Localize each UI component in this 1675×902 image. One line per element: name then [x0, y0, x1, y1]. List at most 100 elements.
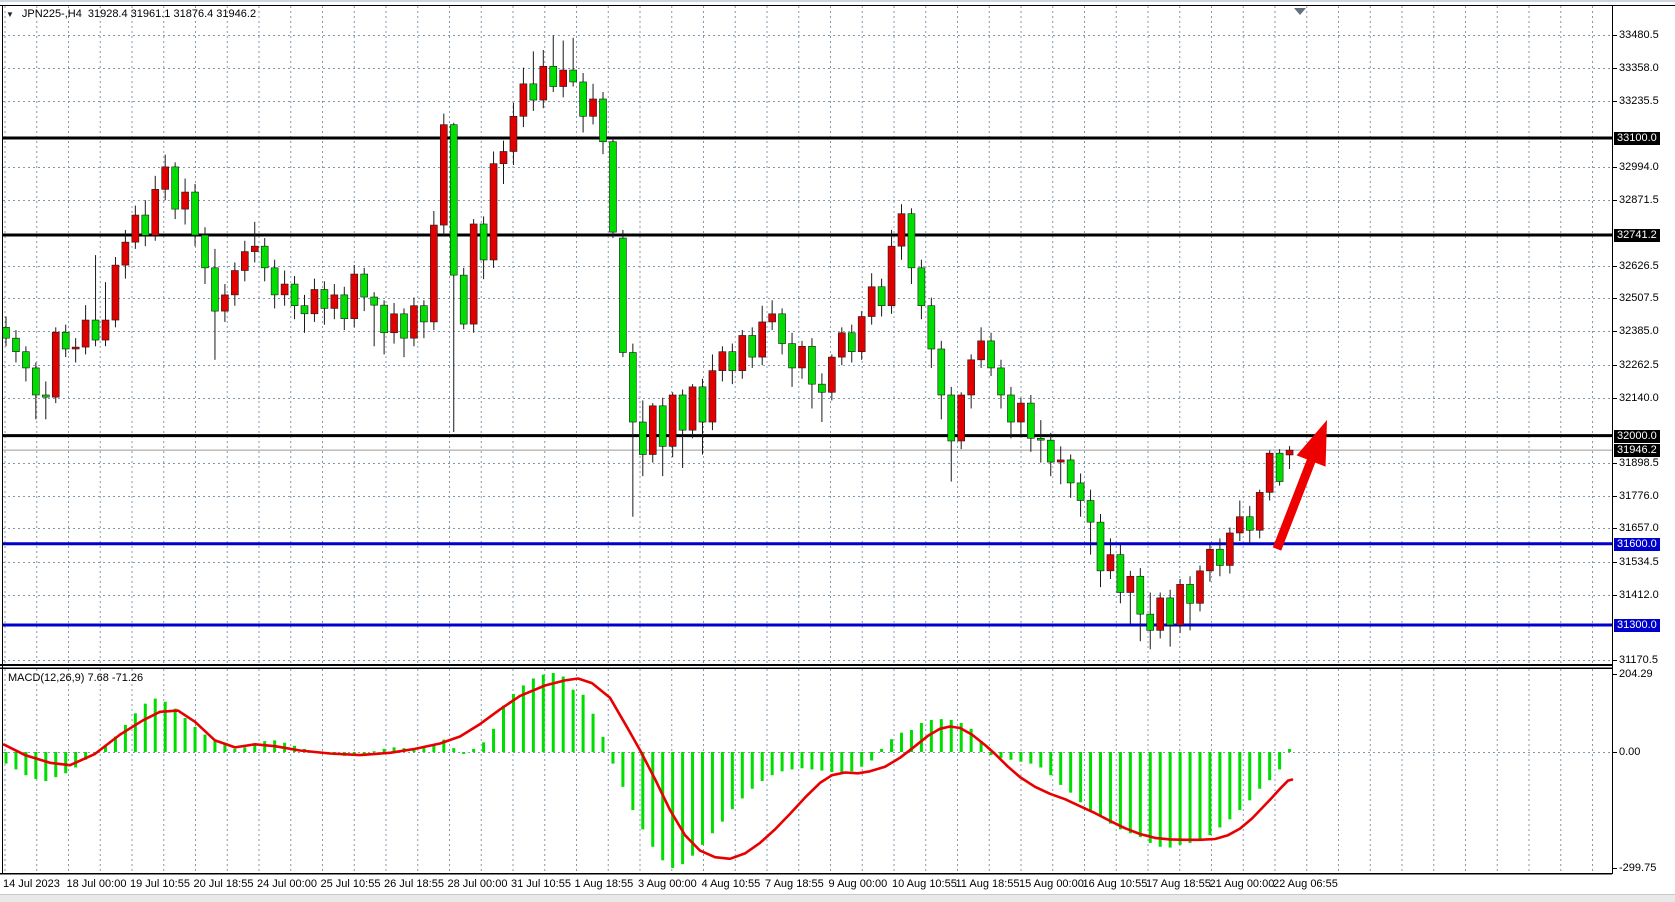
price-tick-label: 32507.5 [1619, 292, 1659, 305]
macd-histogram-bar [34, 752, 37, 779]
price-line-label: 31600.0 [1614, 538, 1660, 551]
price-tick-label: 33358.0 [1619, 62, 1659, 75]
bull-candle [858, 317, 865, 352]
macd-histogram-bar [860, 752, 863, 767]
price-line-label: 33100.0 [1614, 132, 1660, 145]
chart-window: MACD(12,26,9) 7.68 -71.26 ▼ JPN225-,H4 3… [0, 0, 1675, 900]
bull-candle [520, 84, 527, 116]
trend-arrow-annotation[interactable] [1277, 420, 1327, 549]
axis-tick-mark [1613, 595, 1617, 596]
macd-histogram-bar [174, 709, 177, 752]
symbol-title: ▼ JPN225-,H4 31928.4 31961.1 31876.4 319… [6, 7, 256, 21]
macd-histogram-bar [1238, 752, 1241, 810]
bull-candle [719, 352, 726, 371]
axis-tick-mark [1613, 35, 1617, 36]
time-tick-label: 14 Jul 2023 [3, 878, 60, 890]
bear-candle [609, 142, 616, 232]
bear-candle [918, 268, 925, 306]
chevron-down-icon[interactable]: ▼ [6, 10, 14, 19]
bull-candle [1107, 555, 1114, 571]
macd-histogram-bar [701, 752, 704, 845]
bear-candle [291, 284, 298, 306]
bear-candle [172, 167, 179, 209]
macd-histogram-bar [900, 733, 903, 752]
bear-candle [1077, 483, 1084, 501]
bear-candle [600, 99, 607, 142]
macd-histogram-bar [184, 718, 187, 752]
candles [3, 35, 1294, 649]
bear-candle [401, 314, 408, 338]
macd-histogram-bar [1149, 752, 1152, 843]
ohlc-readout: 31928.4 31961.1 31876.4 31946.2 [88, 8, 256, 20]
axis-tick-mark [1613, 331, 1617, 332]
macd-histogram-bar [1268, 752, 1271, 780]
macd-histogram-bar [651, 752, 654, 847]
bull-candle [799, 346, 806, 368]
bull-candle [1266, 453, 1273, 492]
macd-histogram-bar [74, 752, 77, 767]
bear-candle [818, 384, 825, 392]
macd-histogram-bar [1099, 752, 1102, 816]
bull-candle [112, 265, 119, 320]
price-line-label: 31300.0 [1614, 619, 1660, 632]
bull-candle [1017, 403, 1024, 422]
bull-candle [1286, 450, 1293, 455]
macd-histogram-bar [144, 704, 147, 752]
macd-histogram-bar [1218, 752, 1221, 827]
macd-histogram-bar [1288, 749, 1291, 752]
bear-candle [361, 274, 368, 297]
time-tick-label: 4 Aug 10:55 [702, 878, 761, 890]
macd-histogram-bar [781, 752, 784, 771]
macd-histogram-bar [582, 695, 585, 752]
macd-histogram-bar [840, 752, 843, 774]
bear-candle [1027, 403, 1034, 438]
bear-candle [32, 368, 39, 395]
macd-histogram-bar [1039, 752, 1042, 767]
macd-histogram-bar [741, 752, 744, 798]
bear-candle [1097, 522, 1104, 571]
bull-candle [540, 66, 547, 100]
bear-candle [629, 353, 636, 423]
axis-tick-mark [1613, 68, 1617, 69]
bull-candle [470, 224, 477, 324]
chart-shift-marker-icon[interactable] [1294, 8, 1306, 15]
macd-histogram-bar [1169, 752, 1172, 848]
time-tick-label: 16 Aug 10:55 [1083, 878, 1148, 890]
time-tick-label: 19 Jul 10:55 [130, 878, 190, 890]
candlestick-chart-canvas[interactable]: MACD(12,26,9) 7.68 -71.26 [0, 2, 1612, 875]
macd-histogram-bar [1189, 752, 1192, 843]
macd-histogram-bar [920, 723, 923, 752]
price-axis[interactable]: 33480.533358.033235.532994.032871.532626… [1613, 2, 1675, 875]
bull-candle [560, 70, 567, 87]
price-tick-label: 33480.5 [1619, 29, 1659, 42]
bear-candle [1147, 614, 1154, 630]
time-tick-label: 11 Aug 18:55 [956, 878, 1020, 890]
price-tick-label: 0.00 [1619, 746, 1640, 759]
macd-histogram-bar [850, 752, 853, 771]
macd-histogram-bar [602, 737, 605, 752]
bear-candle [988, 341, 995, 368]
axis-tick-mark [1613, 562, 1617, 563]
bull-candle [510, 116, 517, 151]
bear-candle [1276, 453, 1283, 481]
price-tick-label: 32262.5 [1619, 359, 1659, 372]
axis-tick-mark [1613, 463, 1617, 464]
time-axis[interactable]: 14 Jul 202318 Jul 00:0019 Jul 10:5520 Ju… [0, 875, 1675, 894]
bear-candle [570, 70, 577, 82]
macd-histogram-bar [621, 752, 624, 787]
macd-histogram-bar [1139, 752, 1142, 837]
macd-histogram-bar [1000, 752, 1003, 758]
price-tick-label: 32385.0 [1619, 325, 1659, 338]
macd-histogram-bar [482, 742, 485, 752]
bull-candle [182, 192, 189, 209]
macd-histogram-bar [671, 752, 674, 868]
bull-candle [251, 246, 258, 251]
bull-candle [1197, 571, 1204, 603]
macd-histogram-bar [761, 752, 764, 781]
macd-histogram-bar [611, 752, 614, 764]
time-tick-label: 28 Jul 00:00 [448, 878, 508, 890]
macd-histogram-bar [233, 749, 236, 752]
axis-tick-mark [1613, 365, 1617, 366]
macd-histogram-bar [363, 752, 366, 754]
macd-histogram-bar [492, 729, 495, 752]
